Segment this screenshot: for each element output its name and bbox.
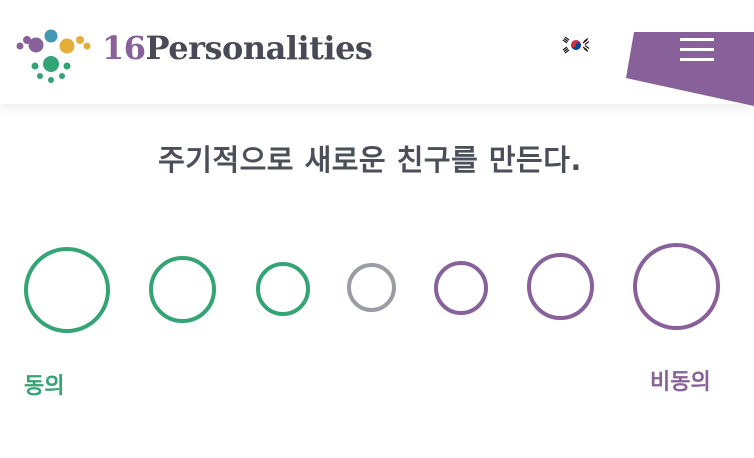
option-neutral[interactable] xyxy=(347,263,396,312)
option-disagree[interactable] xyxy=(527,253,594,320)
option-slightly-disagree[interactable] xyxy=(434,261,488,315)
south-korea-flag-icon xyxy=(560,33,592,57)
hamburger-menu-icon xyxy=(626,32,754,106)
question-text: 주기적으로 새로운 친구를 만든다. xyxy=(158,143,582,177)
test-page: 16Personalities 주기적으로 새로운 친구를 만든다. 동의 비동… xyxy=(0,0,754,458)
option-agree[interactable] xyxy=(149,256,216,323)
logo-number: 16 xyxy=(102,29,146,67)
logo-word: Personalities xyxy=(145,29,373,67)
menu-button[interactable] xyxy=(620,30,754,110)
site-logo[interactable]: 16Personalities xyxy=(14,26,374,86)
logo-dots-icon xyxy=(16,29,91,83)
disagree-label: 비동의 xyxy=(650,370,711,395)
site-header: 16Personalities xyxy=(0,0,754,106)
option-strongly-disagree[interactable] xyxy=(633,243,720,330)
option-strongly-agree[interactable] xyxy=(24,247,110,333)
language-selector[interactable] xyxy=(560,33,592,57)
option-slightly-agree[interactable] xyxy=(256,262,310,316)
agree-label: 동의 xyxy=(24,374,65,399)
logo-wordmark: 16Personalities xyxy=(102,29,373,67)
